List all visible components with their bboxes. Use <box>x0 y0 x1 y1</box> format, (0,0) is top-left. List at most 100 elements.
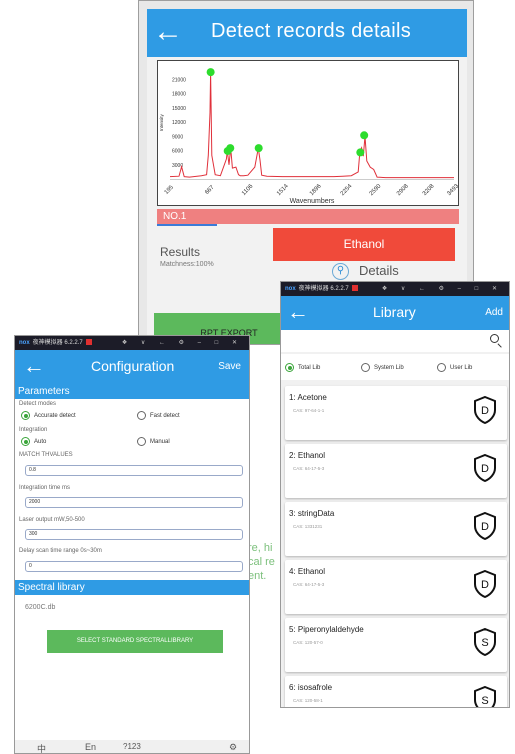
radio-user-lib[interactable]: User Lib <box>437 363 472 372</box>
radio-auto[interactable]: Auto <box>21 437 46 446</box>
record-number-bar[interactable]: NO.1 <box>157 209 459 226</box>
y-tick-label: 6000 <box>172 149 183 155</box>
library-title: Library <box>373 304 416 320</box>
library-badge-letter: S <box>481 637 488 649</box>
keyboard-chinese-key[interactable]: 中 <box>37 742 46 753</box>
library-list-item[interactable]: 4: Ethanol CAS: 64-17-5-3 D <box>285 560 507 614</box>
x-tick-label: 1514 <box>276 183 290 197</box>
radio-checked-icon <box>21 437 30 446</box>
back-arrow-icon[interactable]: ← <box>23 350 45 382</box>
radio-total-lib[interactable]: Total Lib <box>285 363 320 372</box>
radio-label: Accurate detect <box>34 413 76 420</box>
radio-unchecked-icon <box>137 437 146 446</box>
background-text-line: ent. <box>248 570 267 582</box>
library-item-cas: CAS: 120-58-1 <box>293 698 323 703</box>
save-button[interactable]: Save <box>218 361 241 372</box>
x-tick-label: 195 <box>164 184 176 196</box>
record-number-label: NO.1 <box>163 211 187 222</box>
peak-marker[interactable] <box>226 144 235 153</box>
library-shield-icon: S <box>474 628 496 656</box>
config-title: Configuration <box>91 358 175 374</box>
peak-marker[interactable] <box>206 68 215 77</box>
records-app-bar: ← Detect records details <box>147 9 467 57</box>
y-tick-label: 12000 <box>172 120 186 126</box>
result-name-badge: Ethanol <box>273 228 455 261</box>
y-tick-label: 21000 <box>172 77 186 83</box>
notification-badge <box>351 285 358 292</box>
library-search-bar[interactable] <box>281 330 509 352</box>
library-item-name: 5: Piperonylaldehyde <box>289 625 364 634</box>
peak-marker[interactable] <box>360 131 369 140</box>
keyboard-settings-icon[interactable]: ⚙ <box>229 742 237 753</box>
library-shield-icon: D <box>474 396 496 424</box>
matchness-value: Matchness:100% <box>160 261 214 268</box>
back-arrow-icon[interactable]: ← <box>287 296 309 328</box>
library-item-cas: CAS: 64-17-5-3 <box>293 466 325 471</box>
library-shield-icon: D <box>474 454 496 482</box>
match-values-label: MATCH THVALUES <box>19 452 73 458</box>
radio-manual[interactable]: Manual <box>137 437 170 446</box>
nox-logo: nox <box>285 286 296 292</box>
integration-time-input[interactable]: 2000 <box>25 497 243 508</box>
radio-fast-detect[interactable]: Fast detect <box>137 411 180 420</box>
x-axis-label: Wavenumbers <box>290 198 335 205</box>
radio-accurate-detect[interactable]: Accurate detect <box>21 411 76 420</box>
laser-output-label: Laser output mW,50-500 <box>19 517 85 523</box>
library-shield-icon: S <box>474 686 496 707</box>
library-list-item[interactable]: 5: Piperonylaldehyde CAS: 120-57-0 S <box>285 618 507 672</box>
select-library-button[interactable]: SELECT STANDARD SPECTRALLIBRARY <box>47 630 223 653</box>
library-item-cas: CAS: 1331231 <box>293 524 323 529</box>
peak-marker[interactable] <box>254 144 263 153</box>
desktop: ← Detect records details 3000 6000 9000 120… <box>0 0 515 754</box>
library-file-name: 6200C.db <box>25 604 56 611</box>
keyboard-english-key[interactable]: En <box>85 742 96 752</box>
library-badge-letter: D <box>481 579 489 591</box>
x-tick-label: 2590 <box>369 183 383 197</box>
delay-scan-input[interactable]: 0 <box>25 561 243 572</box>
window-controls[interactable]: ❖ ∨ ← ⚙ – □ ✕ <box>122 336 243 350</box>
library-list-item[interactable]: 2: Ethanol CAS: 64-17-5-3 D <box>285 444 507 498</box>
window-controls[interactable]: ❖ ∨ ← ⚙ – □ ✕ <box>382 282 503 296</box>
radio-checked-icon <box>285 363 294 372</box>
x-tick-label: 1106 <box>241 183 255 197</box>
keyboard-symbols-key[interactable]: ?123 <box>123 742 141 751</box>
parameters-header: Parameters <box>15 384 249 399</box>
add-button[interactable]: Add <box>485 307 503 318</box>
peak-marker[interactable] <box>356 148 365 157</box>
laser-output-input[interactable]: 300 <box>25 529 243 540</box>
radio-label: Manual <box>150 439 170 446</box>
library-item-name: 1: Acetone <box>289 393 327 402</box>
x-tick-label: 2254 <box>340 183 354 197</box>
details-search-icon[interactable]: ⚲ <box>332 263 349 281</box>
radio-unchecked-icon <box>437 363 446 372</box>
emulator-titlebar[interactable]: nox 夜神模拟器 6.2.2.7 ❖ ∨ ← ⚙ – □ ✕ <box>15 336 249 350</box>
library-item-name: 2: Ethanol <box>289 451 326 460</box>
background-text-line: cal re <box>248 556 275 568</box>
y-tick-label: 15000 <box>172 106 186 112</box>
library-filter-group: Total Lib System Lib User Lib <box>281 354 509 380</box>
integration-label: Integration <box>19 427 48 433</box>
library-list-item[interactable]: 3: stringData CAS: 1331231 D <box>285 502 507 556</box>
library-item-name: 6: isosafrole <box>289 683 333 692</box>
soft-keyboard-bar: 中 En ?123 ⚙ <box>15 740 249 753</box>
library-badge-letter: D <box>481 463 489 475</box>
record-underline <box>157 224 217 226</box>
y-tick-label: 18000 <box>172 92 186 98</box>
emulator-titlebar[interactable]: nox 夜神模拟器 6.2.2.7 ❖ ∨ ← ⚙ – □ ✕ <box>281 282 509 296</box>
library-shield-icon: D <box>474 570 496 598</box>
delay-scan-label: Delay scan time range 0s~30m <box>19 548 102 554</box>
x-tick-label: 3208 <box>422 183 436 197</box>
x-tick-label: 1896 <box>309 183 323 197</box>
radio-label: Fast detect <box>150 413 180 420</box>
x-tick-label: 3493 <box>446 183 460 197</box>
radio-unchecked-icon <box>361 363 370 372</box>
library-badge-letter: D <box>481 521 489 533</box>
radio-system-lib[interactable]: System Lib <box>361 363 404 372</box>
search-icon[interactable] <box>490 334 499 343</box>
back-arrow-icon[interactable]: ← <box>153 15 183 49</box>
match-values-input[interactable]: 0.8 <box>25 465 243 476</box>
library-list-item[interactable]: 6: isosafrole CAS: 120-58-1 S <box>285 676 507 707</box>
library-window: nox 夜神模拟器 6.2.2.7 ❖ ∨ ← ⚙ – □ ✕ ← Library… <box>280 281 510 708</box>
spectrum-line <box>169 72 454 179</box>
library-list-item[interactable]: 1: Acetone CAS: 97-64-1-1 D <box>285 386 507 440</box>
